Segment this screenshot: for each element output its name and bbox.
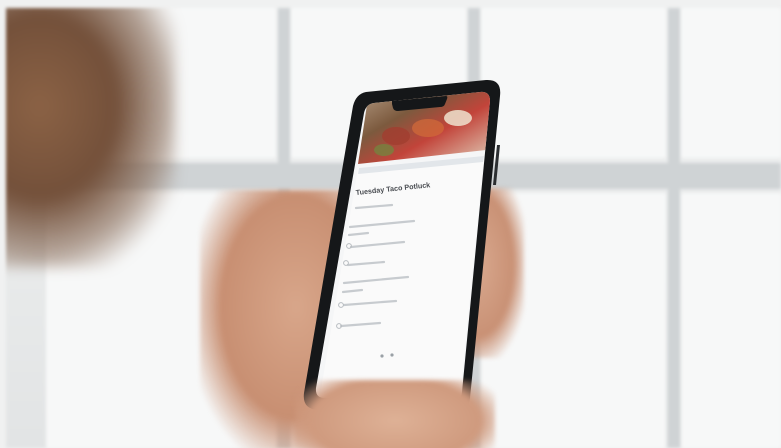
window-pane bbox=[291, 8, 466, 158]
thumb bbox=[295, 380, 495, 448]
window-pane bbox=[681, 8, 781, 158]
photo-frame: Tuesday Taco Potluck bbox=[0, 0, 781, 448]
window-mullion bbox=[668, 8, 680, 448]
window-pane bbox=[481, 8, 666, 158]
window-pane bbox=[681, 193, 781, 448]
right-fingers bbox=[444, 188, 524, 358]
blurred-hair bbox=[6, 8, 176, 268]
